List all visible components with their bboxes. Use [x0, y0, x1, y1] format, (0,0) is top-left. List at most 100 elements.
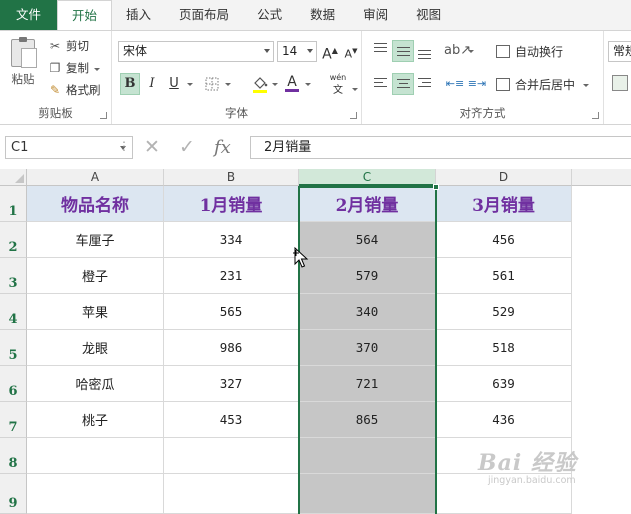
underline-button[interactable]: U: [164, 73, 184, 95]
number-format-select[interactable]: 常规: [608, 41, 631, 62]
increase-indent-button[interactable]: ≡⇥: [466, 73, 488, 95]
cell-c6[interactable]: 721: [299, 366, 436, 402]
borders-dropdown-icon[interactable]: [225, 83, 231, 86]
row-header-5[interactable]: 5: [0, 330, 27, 366]
phonetic-button[interactable]: wén 文: [326, 69, 350, 96]
font-size-select[interactable]: 14: [277, 41, 317, 62]
italic-button[interactable]: I: [142, 73, 162, 95]
wrap-text-button[interactable]: 自动换行: [496, 41, 563, 61]
font-name-select[interactable]: 宋体: [118, 41, 274, 62]
font-color-button[interactable]: A: [282, 71, 302, 93]
cell-d7[interactable]: 436: [436, 402, 572, 438]
cell-b8[interactable]: [164, 438, 299, 474]
cell-b2[interactable]: 334: [164, 222, 299, 258]
cell-c4[interactable]: 340: [299, 294, 436, 330]
merge-dropdown-icon[interactable]: [583, 83, 590, 87]
cell-a4[interactable]: 苹果: [27, 294, 164, 330]
align-middle-button[interactable]: [392, 40, 414, 62]
phonetic-dropdown-icon[interactable]: [352, 88, 358, 91]
cell-c8[interactable]: [299, 438, 436, 474]
cell-b3[interactable]: 231: [164, 258, 299, 294]
paste-button[interactable]: 粘贴: [6, 37, 40, 87]
cell-b6[interactable]: 327: [164, 366, 299, 402]
align-center-button[interactable]: [392, 73, 414, 95]
cut-button[interactable]: ✂ 剪切: [48, 37, 89, 55]
row-header-8[interactable]: 8: [0, 438, 27, 474]
tab-review[interactable]: 审阅: [349, 0, 402, 30]
row-header-9[interactable]: 9: [0, 474, 27, 514]
select-all-button[interactable]: [0, 169, 27, 186]
format-painter-button[interactable]: ✎ 格式刷: [48, 81, 101, 99]
cell-b1[interactable]: 1月销量: [164, 186, 299, 222]
tab-insert[interactable]: 插入: [112, 0, 165, 30]
cell-b9[interactable]: [164, 474, 299, 514]
fill-color-button[interactable]: [250, 73, 270, 95]
tab-page-layout[interactable]: 页面布局: [165, 0, 243, 30]
copy-dropdown-icon[interactable]: [94, 67, 100, 71]
cell-a1[interactable]: 物品名称: [27, 186, 164, 222]
cell-d1[interactable]: 3月销量: [436, 186, 572, 222]
column-header-a[interactable]: A: [27, 169, 164, 186]
cell-a6[interactable]: 哈密瓜: [27, 366, 164, 402]
column-header-b[interactable]: B: [164, 169, 299, 186]
tab-file[interactable]: 文件: [0, 0, 58, 30]
cell-a5[interactable]: 龙眼: [27, 330, 164, 366]
fill-color-dropdown-icon[interactable]: [272, 83, 278, 86]
align-right-button[interactable]: [414, 73, 436, 95]
underline-dropdown-icon[interactable]: [187, 83, 193, 86]
row-header-6[interactable]: 6: [0, 366, 27, 402]
align-left-button[interactable]: [370, 73, 392, 95]
cell-a2[interactable]: 车厘子: [27, 222, 164, 258]
column-header-d[interactable]: D: [436, 169, 572, 186]
cell-d4[interactable]: 529: [436, 294, 572, 330]
row-header-7[interactable]: 7: [0, 402, 27, 438]
enter-icon[interactable]: ✓: [179, 136, 195, 159]
shrink-font-button[interactable]: A▼: [341, 40, 361, 62]
font-color-dropdown-icon[interactable]: [305, 83, 311, 86]
font-launcher-icon[interactable]: [350, 112, 357, 119]
cell-a7[interactable]: 桃子: [27, 402, 164, 438]
tab-view[interactable]: 视图: [402, 0, 455, 30]
copy-button[interactable]: ❐ 复制: [48, 59, 100, 77]
align-bottom-button[interactable]: [414, 40, 436, 62]
cell-c1[interactable]: 2月销量: [299, 186, 436, 222]
formula-input[interactable]: 2月销量: [250, 136, 631, 159]
grow-font-button[interactable]: A▲: [320, 40, 340, 63]
cell-a9[interactable]: [27, 474, 164, 514]
row-header-2[interactable]: 2: [0, 222, 27, 258]
cell-a8[interactable]: [27, 438, 164, 474]
cancel-icon[interactable]: ✕: [144, 136, 160, 159]
bold-button[interactable]: B: [120, 73, 140, 95]
cell-b4[interactable]: 565: [164, 294, 299, 330]
cell-d6[interactable]: 639: [436, 366, 572, 402]
orientation-dropdown-icon[interactable]: [468, 50, 474, 53]
cell-d2[interactable]: 456: [436, 222, 572, 258]
orientation-button[interactable]: ab↗: [444, 40, 471, 62]
cell-c2[interactable]: 564: [299, 222, 436, 258]
cell-d5[interactable]: 518: [436, 330, 572, 366]
merge-center-button[interactable]: 合并后居中: [496, 74, 590, 94]
cell-b5[interactable]: 986: [164, 330, 299, 366]
column-header-c[interactable]: C: [299, 169, 436, 186]
row-header-4[interactable]: 4: [0, 294, 27, 330]
currency-format-icon[interactable]: [612, 75, 628, 91]
tab-home[interactable]: 开始: [57, 0, 113, 31]
clipboard-launcher-icon[interactable]: [100, 112, 107, 119]
cell-c3[interactable]: 579: [299, 258, 436, 294]
insert-function-icon[interactable]: fx: [214, 136, 231, 159]
alignment-launcher-icon[interactable]: [592, 112, 599, 119]
cell-c7[interactable]: 865: [299, 402, 436, 438]
name-box[interactable]: C1: [5, 136, 133, 159]
row-header-3[interactable]: 3: [0, 258, 27, 294]
cell-c5[interactable]: 370: [299, 330, 436, 366]
decrease-indent-button[interactable]: ⇤≡: [444, 73, 466, 95]
column-header-e[interactable]: [572, 169, 631, 186]
cell-a3[interactable]: 橙子: [27, 258, 164, 294]
cell-b7[interactable]: 453: [164, 402, 299, 438]
formula-bar-grip-icon[interactable]: ⋮: [118, 139, 130, 153]
align-top-button[interactable]: [370, 40, 392, 62]
tab-data[interactable]: 数据: [296, 0, 349, 30]
row-header-1[interactable]: 1: [0, 186, 27, 222]
tab-formulas[interactable]: 公式: [243, 0, 296, 30]
cell-d3[interactable]: 561: [436, 258, 572, 294]
